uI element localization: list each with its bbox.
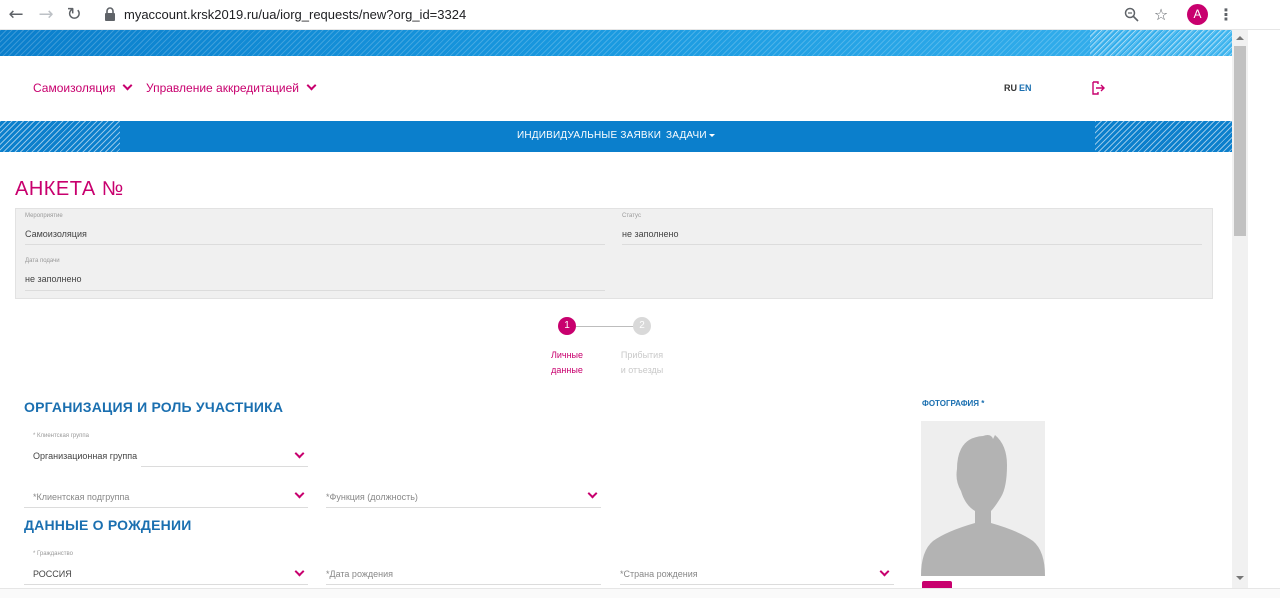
back-icon[interactable]: ← — [6, 5, 26, 25]
status-label: Статус — [622, 213, 641, 219]
status-value: не заполнено — [622, 229, 679, 239]
divider — [25, 290, 605, 291]
zoom-icon[interactable] — [1124, 7, 1139, 22]
divider — [622, 244, 1202, 245]
scroll-thumb[interactable] — [1234, 46, 1246, 236]
top-banner — [0, 30, 1232, 56]
bookmark-star-icon[interactable]: ☆ — [1151, 5, 1171, 25]
birth-country-select[interactable]: *Страна рождения — [620, 569, 698, 579]
submit-date-value: не заполнено — [25, 274, 82, 284]
birth-date-input[interactable]: *Дата рождения — [326, 569, 393, 579]
field-underline — [24, 584, 308, 585]
profile-avatar[interactable]: A — [1187, 4, 1208, 25]
scroll-down-icon[interactable] — [1236, 576, 1244, 580]
menu-accreditation[interactable]: Управление аккредитацией — [146, 80, 317, 95]
stepper-line — [576, 326, 634, 327]
lock-icon — [105, 7, 115, 21]
banner-stripes — [0, 30, 1232, 56]
forward-icon[interactable]: → — [36, 5, 56, 25]
chevron-down-icon — [123, 80, 133, 91]
nav-stripes-left — [0, 121, 120, 152]
nav-individual-requests[interactable]: ИНДИВИДУАЛЬНЫЕ ЗАЯВКИ — [517, 130, 661, 141]
field-underline — [141, 466, 308, 467]
photo-placeholder[interactable] — [921, 421, 1045, 576]
info-panel: Мероприятие Самоизоляция Статус не запол… — [15, 208, 1213, 299]
reload-icon[interactable]: ↻ — [64, 5, 84, 25]
citizenship-select[interactable]: РОССИЯ — [33, 569, 72, 579]
person-silhouette-icon — [921, 435, 1045, 576]
chevron-down-icon — [306, 80, 317, 91]
function-select[interactable]: *Функция (должность) — [326, 492, 418, 502]
divider — [25, 244, 605, 245]
chevron-down-icon[interactable] — [587, 488, 598, 499]
page-title: АНКЕТА № — [15, 178, 124, 200]
client-group-label: * Клиентская группа — [33, 433, 89, 439]
address-bar[interactable]: myaccount.krsk2019.ru/ua/iorg_requests/n… — [124, 7, 466, 22]
client-subgroup-select[interactable]: *Клиентская подгруппа — [33, 492, 129, 502]
step-1-label[interactable]: Личные данные — [537, 348, 597, 378]
chevron-down-icon[interactable] — [294, 488, 305, 499]
caret-down-icon — [708, 134, 715, 137]
browser-menu-icon[interactable]: ⋮ — [1216, 5, 1236, 25]
citizenship-label: * Гражданство — [33, 551, 73, 557]
section-org-title: ОРГАНИЗАЦИЯ И РОЛЬ УЧАСТНИКА — [24, 399, 284, 415]
main-nav: ИНДИВИДУАЛЬНЫЕ ЗАЯВКИ ЗАДАЧИ — [0, 121, 1232, 152]
event-label: Мероприятие — [25, 213, 63, 219]
client-group-select[interactable]: Организационная группа — [33, 451, 137, 461]
event-value: Самоизоляция — [25, 229, 87, 239]
section-birth-title: ДАННЫЕ О РОЖДЕНИИ — [24, 517, 192, 533]
submit-date-label: Дата подачи — [25, 258, 60, 264]
lang-en[interactable]: EN — [1019, 83, 1032, 93]
bottom-edge — [0, 588, 1280, 598]
field-underline — [24, 507, 308, 508]
field-underline — [326, 584, 601, 585]
step-2-circle[interactable]: 2 — [633, 317, 651, 335]
site-header: Самоизоляция Управление аккредитацией RU… — [0, 56, 1232, 121]
scroll-up-icon[interactable] — [1236, 36, 1244, 40]
chevron-down-icon[interactable] — [294, 566, 305, 577]
chevron-down-icon[interactable] — [294, 448, 305, 459]
scrollbar[interactable] — [1232, 30, 1248, 588]
field-underline — [326, 507, 601, 508]
step-2-label[interactable]: Прибытия и отъезды — [612, 348, 672, 378]
field-underline — [620, 584, 894, 585]
banner-stripes-right — [1090, 30, 1232, 56]
browser-toolbar: ← → ↻ myaccount.krsk2019.ru/ua/iorg_requ… — [0, 0, 1280, 30]
lang-ru[interactable]: RU — [1004, 83, 1017, 93]
logout-icon[interactable] — [1091, 81, 1105, 95]
chevron-down-icon[interactable] — [879, 566, 890, 577]
menu-self-isolation[interactable]: Самоизоляция — [33, 80, 133, 95]
nav-stripes-right — [1095, 121, 1232, 152]
nav-tasks[interactable]: ЗАДАЧИ — [666, 130, 715, 141]
step-1-circle[interactable]: 1 — [558, 317, 576, 335]
photo-title: ФОТОГРАФИЯ * — [922, 399, 985, 408]
